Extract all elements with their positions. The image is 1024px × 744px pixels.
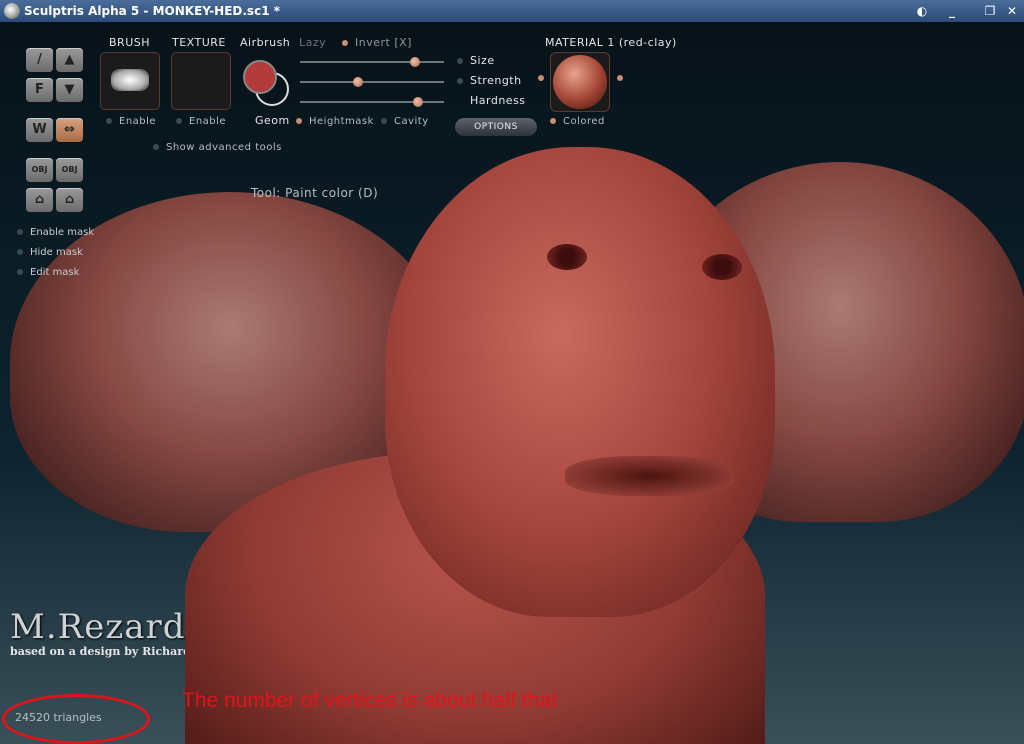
heightmask-label: Heightmask [309, 116, 374, 127]
radio-dot [342, 40, 348, 46]
minimize-icon[interactable]: _ [944, 3, 960, 19]
brush-enable-label: Enable [119, 116, 157, 127]
crease-tool-button[interactable]: ▲ [56, 48, 83, 72]
help-icon[interactable]: ◐ [914, 3, 930, 19]
cavity-option[interactable]: Cavity [381, 116, 429, 127]
material-prev-dot[interactable] [538, 75, 544, 81]
strength-slider-knob[interactable] [352, 77, 363, 87]
annotation-text: The number of vertices is about half tha… [182, 689, 557, 712]
maximize-icon[interactable]: ❐ [982, 3, 998, 19]
geom-label[interactable]: Geom [255, 114, 290, 127]
flatten-tool-button[interactable]: F [26, 78, 53, 102]
radio-dot [296, 118, 302, 124]
smooth-tool-button[interactable]: ▼ [56, 78, 83, 102]
strength-label: Strength [470, 74, 522, 87]
monkey-eye-left [547, 244, 587, 270]
brush-label: BRUSH [109, 36, 150, 49]
draw-tool-button[interactable]: / [26, 48, 53, 72]
size-slider[interactable] [300, 57, 444, 67]
radio-dot [17, 249, 23, 255]
texture-slot[interactable] [171, 52, 231, 110]
edit-mask-label: Edit mask [30, 267, 80, 278]
show-advanced-tools-label: Show advanced tools [166, 142, 282, 153]
colored-label: Colored [563, 116, 605, 127]
invert-option[interactable]: Invert [X] [342, 36, 412, 49]
airbrush-label[interactable]: Airbrush [240, 36, 290, 49]
paint-color-swatch[interactable] [243, 60, 277, 94]
brush-enable-option[interactable]: Enable [106, 116, 156, 127]
texture-enable-option[interactable]: Enable [176, 116, 226, 127]
close-icon[interactable]: ✕ [1004, 3, 1020, 19]
move-tool-button[interactable]: ⇔ [56, 118, 83, 142]
radio-dot [176, 118, 182, 124]
radio-dot [106, 118, 112, 124]
monkey-bust-head [385, 147, 775, 617]
invert-label: Invert [X] [355, 36, 412, 49]
radio-dot [457, 78, 463, 84]
radio-dot [550, 118, 556, 124]
app-icon [4, 3, 20, 19]
strength-slider[interactable] [300, 77, 444, 87]
annotation-ellipse [2, 694, 150, 744]
brush-alpha-icon [111, 69, 149, 91]
texture-enable-label: Enable [189, 116, 227, 127]
edit-mask-option[interactable]: Edit mask [17, 267, 79, 278]
tool-status: Tool: Paint color (D) [251, 186, 379, 200]
material-next-dot[interactable] [617, 75, 623, 81]
heightmask-option[interactable]: Heightmask [296, 116, 374, 127]
enable-mask-label: Enable mask [30, 227, 95, 238]
cavity-label: Cavity [394, 116, 429, 127]
hardness-slider[interactable] [300, 97, 444, 107]
hardness-label: Hardness [470, 94, 526, 107]
radio-dot [17, 269, 23, 275]
size-label-row: Size [457, 54, 495, 67]
hide-mask-label: Hide mask [30, 247, 83, 258]
radio-dot [457, 58, 463, 64]
colored-option[interactable]: Colored [550, 116, 605, 127]
monkey-eye-right [702, 254, 742, 280]
material-ball [553, 55, 607, 109]
radio-dot [381, 118, 387, 124]
save-file-button[interactable]: ⌂ [56, 188, 83, 212]
title-bar: Sculptris Alpha 5 - MONKEY-HED.sc1 * ◐ _… [0, 0, 1024, 22]
enable-mask-option[interactable]: Enable mask [17, 227, 94, 238]
symmetry-tool-button[interactable]: W [26, 118, 53, 142]
export-obj-button[interactable]: OBJ [56, 158, 83, 182]
open-file-button[interactable]: ⌂ [26, 188, 53, 212]
size-label: Size [470, 54, 495, 67]
radio-dot [17, 229, 23, 235]
texture-label: TEXTURE [172, 36, 226, 49]
material-label: MATERIAL 1 (red-clay) [545, 36, 677, 49]
lazy-label[interactable]: Lazy [299, 36, 326, 49]
brush-slot[interactable] [100, 52, 160, 110]
hide-mask-option[interactable]: Hide mask [17, 247, 83, 258]
radio-dot [153, 144, 159, 150]
monkey-mouth [565, 456, 735, 496]
strength-label-row: Strength [457, 74, 522, 87]
show-advanced-tools-option[interactable]: Show advanced tools [153, 142, 282, 153]
import-obj-button[interactable]: OBJ [26, 158, 53, 182]
material-preview[interactable] [550, 52, 610, 112]
window-title: Sculptris Alpha 5 - MONKEY-HED.sc1 * [24, 4, 280, 18]
logo-text: M.Rezard [10, 607, 186, 647]
options-button[interactable]: OPTIONS [455, 118, 537, 136]
